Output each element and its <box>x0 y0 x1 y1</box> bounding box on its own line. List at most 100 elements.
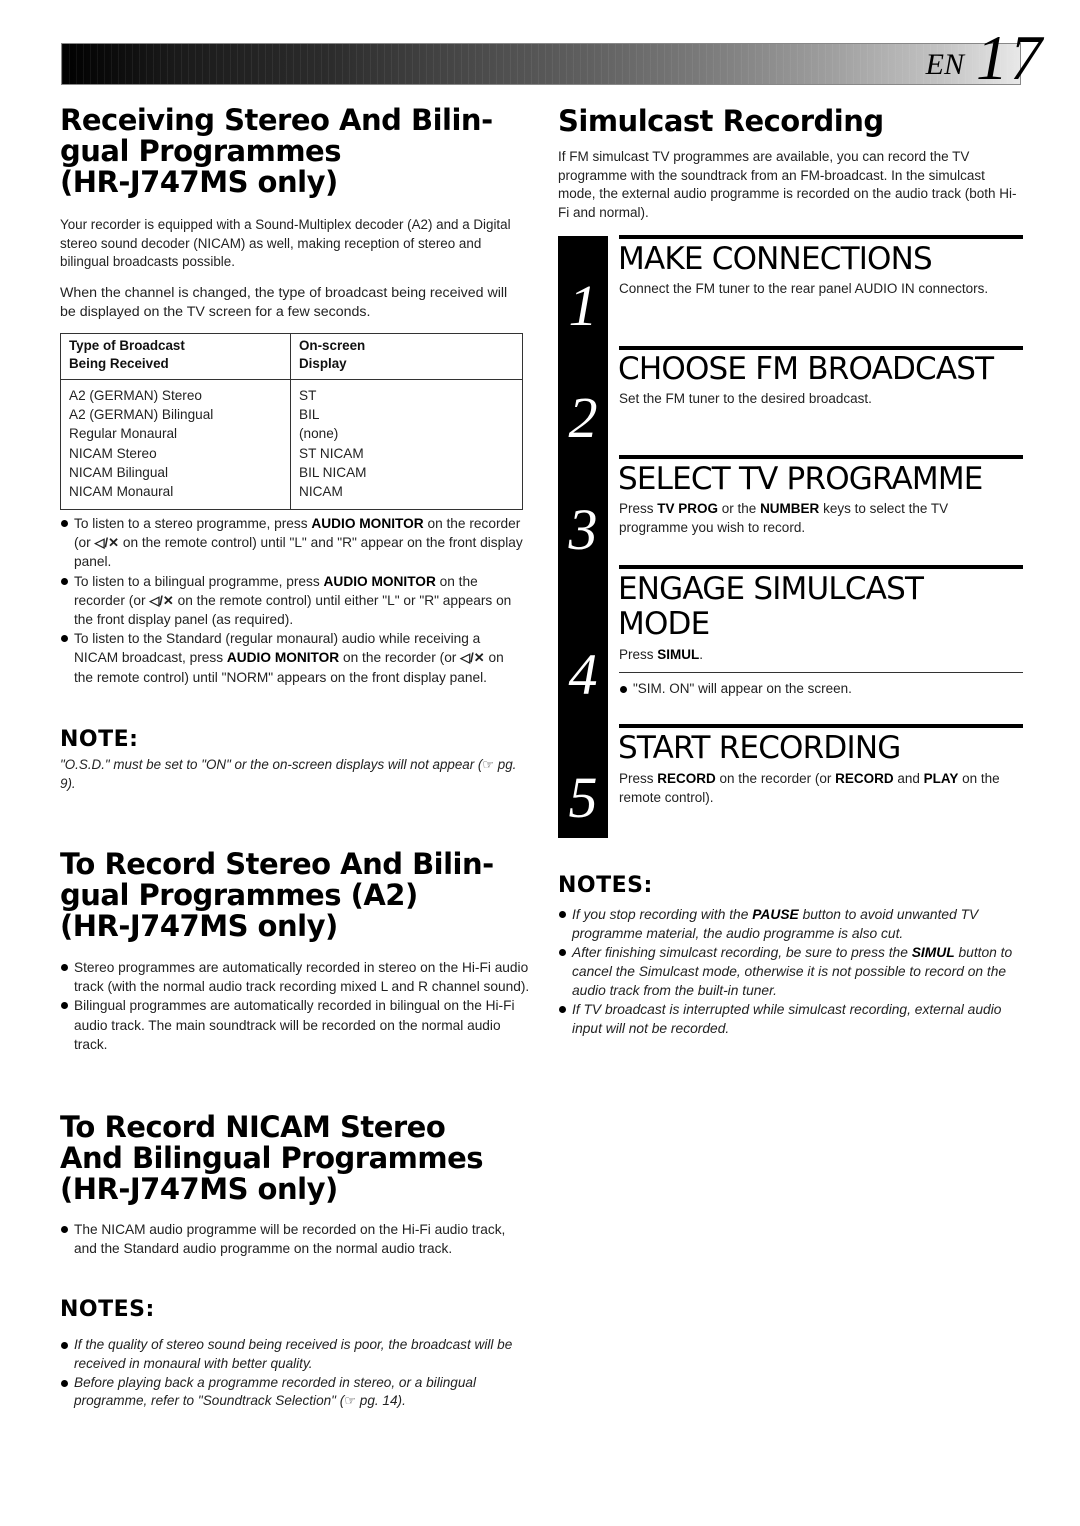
audio-monitor-icon: ◁/✕ <box>94 535 120 551</box>
list-item: To listen to the Standard (regular monau… <box>60 629 525 687</box>
button-name: AUDIO MONITOR <box>226 650 340 666</box>
button-name: NUMBER <box>760 501 820 516</box>
text-part: Press <box>619 501 658 516</box>
notes-list: If the quality of stereo sound being rec… <box>60 1336 530 1411</box>
table-header-type: Type of Broadcast Being Received <box>60 333 291 380</box>
page-number: EN 17 <box>925 22 1044 93</box>
table-row: NICAM Stereo ST NICAM <box>60 443 523 463</box>
button-name: SIMUL <box>911 945 955 960</box>
button-name: RECORD <box>657 771 716 786</box>
text-part: on the recorder (or <box>715 771 836 786</box>
cell-type: NICAM Bilingual <box>60 462 291 483</box>
simulcast-notes-heading: NOTES: <box>558 873 653 898</box>
list-item: If you stop recording with the PAUSE but… <box>558 905 1023 943</box>
step-divider <box>619 346 1023 350</box>
title-line: ENGAGE SIMULCAST <box>618 571 924 607</box>
cell-type: A2 (GERMAN) Bilingual <box>60 405 291 425</box>
cell-type: Regular Monaural <box>60 424 291 444</box>
header-gradient-bar <box>61 43 1021 85</box>
bullet-text: on the recorder (or <box>339 650 461 666</box>
step-4-divider <box>619 672 1023 673</box>
step-divider <box>619 565 1023 569</box>
note-text: "O.S.D." must be set to "ON" or the on-s… <box>60 756 525 793</box>
cell-display: ST <box>299 388 317 403</box>
note-text-part: If TV broadcast is interrupted while sim… <box>572 1002 1002 1036</box>
record-nicam-bullets: The NICAM audio programme will be record… <box>60 1220 525 1258</box>
button-name: PLAY <box>923 771 959 786</box>
audio-monitor-icon: ◁/✕ <box>460 650 485 666</box>
text-part: or the <box>718 501 761 516</box>
cell-display: NICAM <box>299 484 343 500</box>
step-1-title: MAKE CONNECTIONS <box>618 241 933 277</box>
title-line: MODE <box>618 606 710 642</box>
bullet-text: To listen to a bilingual programme, pres… <box>74 573 324 589</box>
step-divider <box>619 724 1023 728</box>
section1-paragraph-1: Your recorder is equipped with a Sound-M… <box>60 217 511 270</box>
button-name: PAUSE <box>752 907 799 922</box>
cell-type: NICAM Monaural <box>60 482 291 510</box>
table-row: A2 (GERMAN) Stereo ST <box>60 379 523 406</box>
language-label: EN <box>925 48 964 81</box>
list-item: If the quality of stereo sound being rec… <box>60 1336 530 1374</box>
button-name: SIMUL <box>657 647 700 662</box>
header-line: Display <box>299 356 347 371</box>
pointing-hand-icon: ☞ <box>482 757 495 772</box>
step-2-title: CHOOSE FM BROADCAST <box>618 351 994 387</box>
title-line: (HR-J747MS only) <box>60 909 338 943</box>
button-name: TV PROG <box>657 501 719 516</box>
title-line: To Record NICAM Stereo <box>60 1110 446 1144</box>
text-part: and <box>893 771 924 786</box>
note-text-part: If you stop recording with the <box>572 907 753 922</box>
simulcast-title: Simulcast Recording <box>558 104 884 138</box>
step-5-text: Press RECORD on the recorder (or RECORD … <box>619 770 1024 807</box>
table-row: Regular Monaural (none) <box>60 424 523 444</box>
title-line: (HR-J747MS only) <box>60 165 338 199</box>
header-line: On-screen <box>299 338 366 353</box>
cell-display: (none) <box>299 426 339 442</box>
step-1-text: Connect the FM tuner to the rear panel A… <box>619 281 989 296</box>
cell-type: A2 (GERMAN) Stereo <box>60 379 291 406</box>
note-text-part: After finishing simulcast recording, be … <box>572 945 912 960</box>
header-stripes <box>62 44 1020 84</box>
step-3-title: SELECT TV PROGRAMME <box>618 461 983 497</box>
cell-type: NICAM Stereo <box>60 443 291 463</box>
header-line: Type of Broadcast <box>69 338 185 353</box>
list-item: To listen to a stereo programme, press A… <box>60 514 525 572</box>
step-4-bullet: "SIM. ON" will appear on the screen. <box>619 680 1019 699</box>
notes-heading: NOTES: <box>60 1297 155 1322</box>
step-number-2: 2 <box>568 385 598 450</box>
table-row: NICAM Bilingual BIL NICAM <box>60 462 523 483</box>
step-divider <box>619 455 1023 459</box>
pointing-hand-icon: ☞ <box>344 1393 356 1409</box>
list-item: The NICAM audio programme will be record… <box>60 1220 525 1258</box>
cell-display: BIL <box>299 407 320 423</box>
button-name: AUDIO MONITOR <box>311 516 424 531</box>
title-line: Receiving Stereo And Bilin- <box>60 103 493 137</box>
table-header-display: On-screen Display <box>290 333 523 380</box>
list-item: If TV broadcast is interrupted while sim… <box>558 1000 1023 1038</box>
audio-monitor-bullets: To listen to a stereo programme, press A… <box>60 514 525 687</box>
cell-display: BIL NICAM <box>299 464 367 480</box>
list-item: Before playing back a programme recorded… <box>60 1374 530 1412</box>
record-a2-bullets: Stereo programmes are automatically reco… <box>60 958 530 1054</box>
title-line: To Record Stereo And Bilin- <box>60 847 494 881</box>
step-number-4: 4 <box>568 642 598 707</box>
step-number-3: 3 <box>568 497 598 562</box>
list-item: After finishing simulcast recording, be … <box>558 943 1023 1000</box>
section-title-receiving-stereo: Receiving Stereo And Bilin- gual Program… <box>60 105 493 198</box>
title-line: gual Programmes <box>60 134 341 168</box>
list-item: Stereo programmes are automatically reco… <box>60 958 530 996</box>
page-number-value: 17 <box>976 22 1044 93</box>
list-item: To listen to a bilingual programme, pres… <box>60 572 525 630</box>
step-3-text: Press TV PROG or the NUMBER keys to sele… <box>619 500 1019 537</box>
simulcast-notes-list: If you stop recording with the PAUSE but… <box>558 905 1023 1038</box>
note-heading: NOTE: <box>60 727 139 752</box>
button-name: RECORD <box>835 771 894 786</box>
audio-monitor-icon: ◁/✕ <box>149 592 174 608</box>
table-row: A2 (GERMAN) Bilingual BIL <box>60 405 523 425</box>
text-part: . <box>699 647 704 662</box>
title-line: gual Programmes (A2) <box>60 878 418 912</box>
button-name: AUDIO MONITOR <box>323 573 436 589</box>
step-divider <box>619 235 1023 239</box>
text-part: Press <box>619 771 658 786</box>
